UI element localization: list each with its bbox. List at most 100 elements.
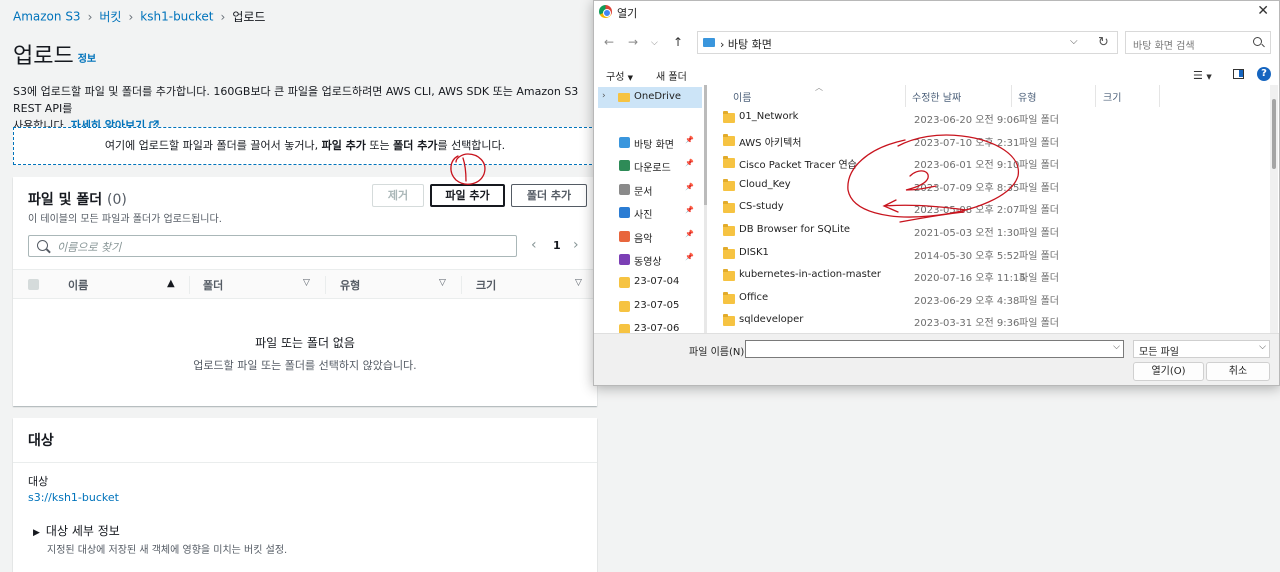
address-bar[interactable]: › 바탕 화면 ⌵ ↻ bbox=[697, 31, 1118, 54]
breadcrumb-item-s3[interactable]: Amazon S3 bbox=[13, 10, 81, 24]
nav-item-download[interactable]: 다운로드 📌 bbox=[594, 156, 704, 176]
chevron-left-icon[interactable]: ‹ bbox=[531, 237, 537, 253]
up-arrow-icon[interactable]: ↑ bbox=[673, 35, 683, 49]
nav-item-video[interactable]: 동영상 📌 bbox=[594, 250, 704, 270]
sort-icon[interactable]: ▽ bbox=[303, 278, 310, 288]
chevron-down-icon[interactable]: ⌵ bbox=[1070, 36, 1078, 47]
chevron-right-icon: › bbox=[87, 9, 93, 24]
organize-label: 구성 bbox=[606, 72, 625, 83]
sort-icon[interactable]: ▽ bbox=[575, 278, 582, 288]
folder-icon bbox=[618, 93, 630, 102]
column-type[interactable]: 유형 bbox=[1018, 89, 1036, 104]
chevron-right-icon: › bbox=[128, 9, 134, 24]
file-row[interactable]: CS-study 2023-05-08 오후 2:07 파일 폴더 bbox=[707, 197, 1267, 219]
description-text: S3에 업로드할 파일 및 폴더를 추가합니다. 160GB보다 큰 파일을 업… bbox=[13, 85, 579, 115]
chevron-down-icon[interactable]: ⌵ bbox=[1113, 342, 1120, 352]
nav-item-folder[interactable]: 23-07-05 bbox=[594, 297, 704, 317]
file-name: Office bbox=[739, 291, 769, 303]
back-arrow-icon[interactable]: ← bbox=[604, 35, 614, 49]
nav-item-label: 동영상 bbox=[634, 257, 662, 268]
nav-item-folder[interactable]: 23-07-06 bbox=[594, 320, 704, 333]
nav-item-label: 문서 bbox=[634, 186, 653, 198]
destination-details-toggle[interactable]: ▶ 대상 세부 정보 bbox=[33, 522, 120, 539]
column-date-modified[interactable]: 수정한 날짜 bbox=[912, 89, 961, 104]
search-input[interactable]: 이름으로 찾기 bbox=[28, 235, 517, 257]
new-folder-button[interactable]: 새 폴더 bbox=[656, 68, 687, 83]
file-type: 파일 폴더 bbox=[1019, 160, 1059, 172]
video-icon bbox=[619, 254, 630, 265]
refresh-icon[interactable]: ↻ bbox=[1098, 35, 1109, 50]
sort-icon[interactable]: ▽ bbox=[439, 278, 446, 288]
dialog-search-input[interactable]: 바탕 화면 검색 bbox=[1125, 31, 1271, 54]
file-row[interactable]: kubernetes-in-action-master 2020-07-16 오후… bbox=[707, 265, 1267, 287]
nav-item-onedrive[interactable]: › OneDrive bbox=[598, 87, 702, 108]
forward-arrow-icon[interactable]: → bbox=[628, 35, 638, 49]
file-row[interactable]: AWS 아키텍처 2023-07-10 오후 2:31 파일 폴더 bbox=[707, 130, 1267, 152]
breadcrumb-item-buckets[interactable]: 버킷 bbox=[99, 10, 121, 24]
column-name[interactable]: 이름 bbox=[733, 89, 751, 104]
chevron-right-icon[interactable]: › bbox=[573, 237, 579, 253]
sort-ascending-icon[interactable]: ▲ bbox=[167, 278, 175, 289]
desktop-icon bbox=[703, 38, 715, 47]
file-row[interactable]: Office 2023-06-29 오후 4:38 파일 폴더 bbox=[707, 288, 1267, 310]
folder-icon bbox=[723, 269, 735, 282]
file-name: 01_Network bbox=[739, 111, 799, 122]
cancel-button[interactable]: 취소 bbox=[1206, 362, 1270, 381]
file-name: DISK1 bbox=[739, 246, 769, 258]
filename-input[interactable]: ⌵ bbox=[745, 340, 1124, 358]
nav-item-label: 23-07-06 bbox=[634, 323, 680, 333]
open-button[interactable]: 열기(O) bbox=[1133, 362, 1204, 381]
view-options-icon[interactable]: ☰ ▼ bbox=[1193, 69, 1212, 82]
add-files-button[interactable]: 파일 추가 bbox=[430, 184, 505, 207]
file-row[interactable]: DISK1 2014-05-30 오후 5:52 파일 폴더 bbox=[707, 243, 1267, 265]
column-size[interactable]: 크기 bbox=[476, 277, 496, 293]
nav-item-music[interactable]: 음악 📌 bbox=[594, 227, 704, 247]
breadcrumb-item-bucket[interactable]: ksh1-bucket bbox=[140, 10, 213, 24]
column-name[interactable]: 이름 bbox=[68, 277, 88, 293]
file-row[interactable]: Cisco Packet Tracer 연습 2023-06-01 오전 9:10… bbox=[707, 152, 1267, 174]
preview-pane-icon[interactable] bbox=[1233, 69, 1244, 79]
select-all-checkbox[interactable] bbox=[28, 279, 39, 290]
nav-item-pictures[interactable]: 사진 📌 bbox=[594, 203, 704, 223]
file-row[interactable]: Cloud_Key 2023-07-09 오후 8:35 파일 폴더 bbox=[707, 175, 1267, 197]
file-row[interactable]: 01_Network 2023-06-20 오전 9:06 파일 폴더 bbox=[707, 107, 1267, 129]
file-count: (0) bbox=[107, 192, 127, 208]
search-icon bbox=[37, 240, 48, 251]
page-number[interactable]: 1 bbox=[553, 239, 561, 252]
file-row[interactable]: DB Browser for SQLite 2021-05-03 오전 1:30 파… bbox=[707, 220, 1267, 242]
column-type[interactable]: 유형 bbox=[340, 277, 360, 293]
panel-subtitle: 이 테이블의 모든 파일과 폴더가 업로드됩니다. bbox=[28, 214, 222, 225]
file-type: 파일 폴더 bbox=[1019, 295, 1059, 307]
files-and-folders-panel: 파일 및 폴더 (0) 이 테이블의 모든 파일과 폴더가 업로드됩니다. 제거… bbox=[13, 177, 597, 406]
destination-link[interactable]: s3://ksh1-bucket bbox=[28, 491, 119, 504]
nav-item-desktop[interactable]: 바탕 화면 📌 bbox=[594, 133, 704, 153]
column-size[interactable]: 크기 bbox=[1103, 89, 1121, 104]
search-placeholder: 이름으로 찾기 bbox=[57, 241, 122, 254]
info-link[interactable]: 정보 bbox=[78, 54, 96, 65]
empty-state-subtitle: 업로드할 파일 또는 폴더를 선택하지 않았습니다. bbox=[193, 359, 417, 372]
add-folder-button[interactable]: 폴더 추가 bbox=[511, 184, 587, 207]
upload-dropzone[interactable]: 여기에 업로드할 파일과 폴더를 끌어서 놓거나, 파일 추가 또는 폴더 추가… bbox=[13, 127, 597, 165]
column-divider bbox=[189, 276, 190, 294]
file-list-scrollbar-thumb[interactable] bbox=[1272, 99, 1276, 169]
help-icon[interactable]: ? bbox=[1257, 67, 1271, 81]
file-name: Cisco Packet Tracer 연습 bbox=[739, 160, 857, 172]
organize-button[interactable]: 구성 ▼ bbox=[606, 68, 633, 83]
nav-item-document[interactable]: 문서 📌 bbox=[594, 180, 704, 200]
file-row[interactable]: sqldeveloper 2023-03-31 오전 9:36 파일 폴더 bbox=[707, 310, 1267, 332]
remove-button[interactable]: 제거 bbox=[372, 184, 424, 207]
recent-dropdown-icon[interactable]: ⌵ bbox=[651, 38, 658, 48]
chrome-icon bbox=[599, 5, 612, 18]
document-icon bbox=[619, 183, 630, 195]
file-list-scrollbar[interactable] bbox=[1270, 85, 1278, 333]
pin-icon: 📌 bbox=[685, 159, 694, 168]
filetype-select[interactable]: 모든 파일 ⌵ bbox=[1133, 340, 1270, 358]
folder-icon bbox=[723, 201, 735, 214]
column-folder[interactable]: 폴더 bbox=[203, 277, 223, 293]
nav-item-label: 23-07-04 bbox=[634, 276, 680, 288]
folder-icon bbox=[723, 111, 735, 123]
nav-item-folder[interactable]: 23-07-04 bbox=[594, 273, 704, 293]
close-icon[interactable]: ✕ bbox=[1257, 3, 1269, 19]
chevron-right-icon: › bbox=[602, 91, 606, 101]
file-date: 2020-07-16 오후 11:15 bbox=[914, 273, 1026, 285]
